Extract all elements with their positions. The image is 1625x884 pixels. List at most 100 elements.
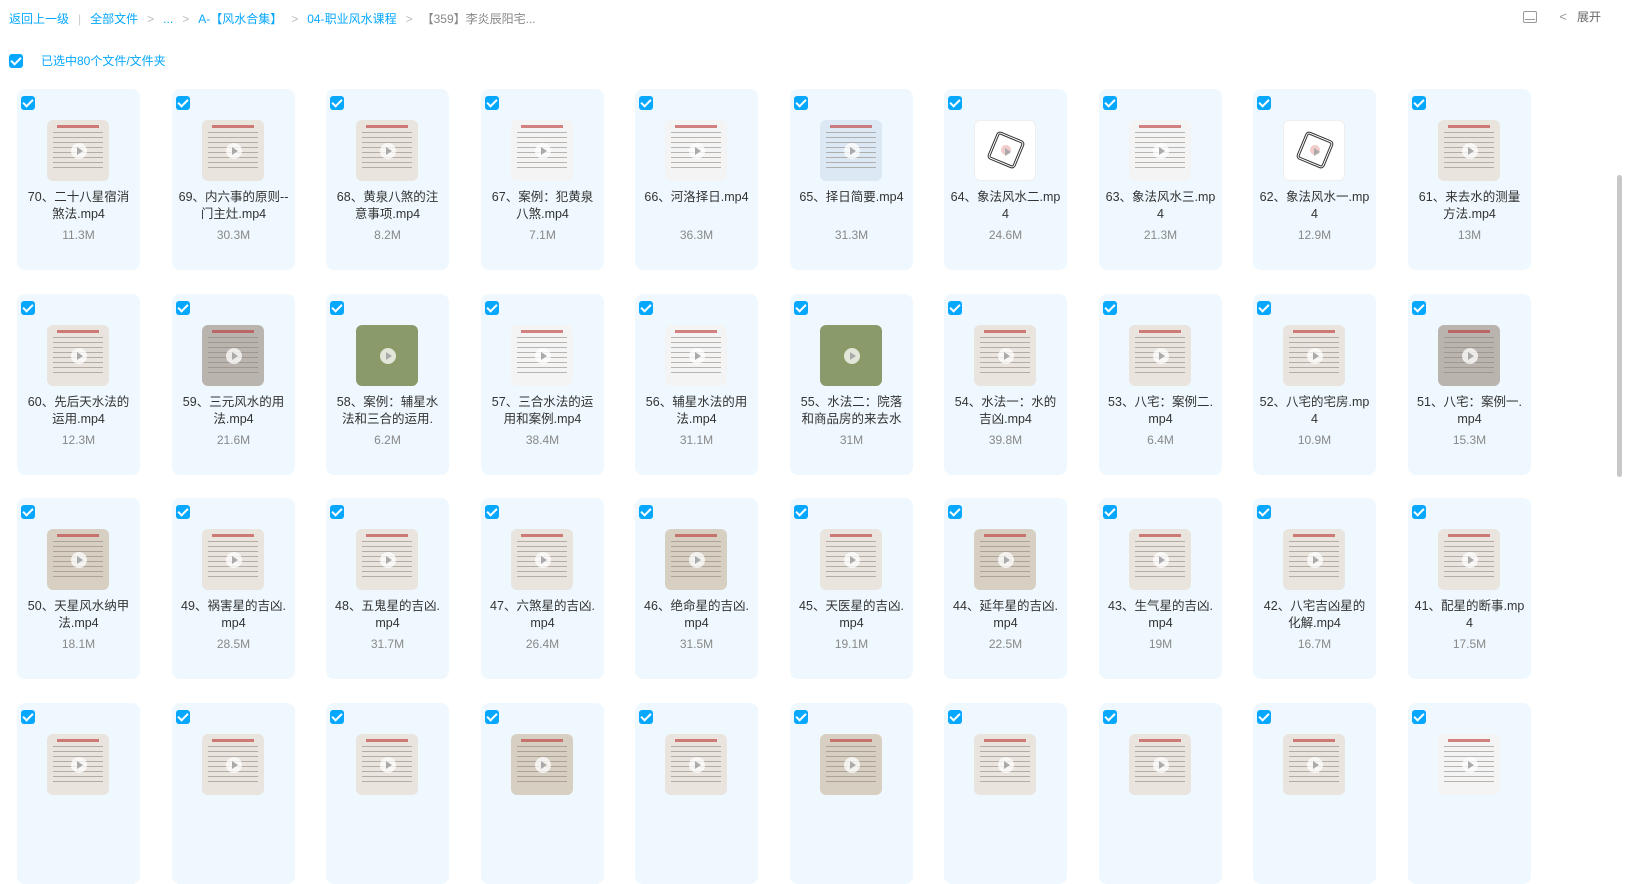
file-card[interactable]: 58、案例：辅星水法和三合的运用. 6.2M [326,294,449,475]
video-thumbnail[interactable] [47,529,109,590]
video-thumbnail[interactable] [202,529,264,590]
video-thumbnail[interactable] [974,120,1036,181]
file-name[interactable]: 56、辅星水法的用法.mp4 [641,394,752,428]
file-checkbox[interactable] [1257,505,1271,519]
file-checkbox[interactable] [639,710,653,724]
file-checkbox[interactable] [330,505,344,519]
file-name[interactable]: 62、象法风水一.mp4 [1259,189,1370,223]
video-thumbnail[interactable] [1283,529,1345,590]
file-card[interactable]: 53、八宅：案例二.mp4 6.4M [1099,294,1222,475]
file-card[interactable]: 66、河洛择日.mp4 36.3M [635,89,758,270]
back-link[interactable]: 返回上一级 [9,10,69,27]
file-checkbox[interactable] [485,301,499,315]
video-thumbnail[interactable] [820,734,882,795]
file-card[interactable] [944,703,1067,884]
file-card[interactable]: 49、祸害星的吉凶.mp4 28.5M [172,498,295,679]
file-card[interactable]: 46、绝命星的吉凶.mp4 31.5M [635,498,758,679]
file-checkbox[interactable] [1412,301,1426,315]
breadcrumb-level1[interactable]: A-【风水合集】 [198,10,282,27]
file-card[interactable]: 52、八宅的宅房.mp4 10.9M [1253,294,1376,475]
video-thumbnail[interactable] [47,325,109,386]
file-name[interactable]: 65、择日简要.mp4 [796,189,907,223]
video-thumbnail[interactable] [1129,120,1191,181]
video-thumbnail[interactable] [202,120,264,181]
file-checkbox[interactable] [639,96,653,110]
file-card[interactable]: 55、水法二：院落和商品房的来去水 31M [790,294,913,475]
file-name[interactable] [796,803,907,837]
video-thumbnail[interactable] [511,529,573,590]
scrollbar[interactable] [1617,175,1622,477]
file-name[interactable] [1105,803,1216,837]
file-card[interactable]: 48、五鬼星的吉凶.mp4 31.7M [326,498,449,679]
video-thumbnail[interactable] [1129,325,1191,386]
file-name[interactable] [178,803,289,837]
file-checkbox[interactable] [794,301,808,315]
file-card[interactable]: 45、天医星的吉凶.mp4 19.1M [790,498,913,679]
file-card[interactable]: 67、案例：犯黄泉八煞.mp4 7.1M [481,89,604,270]
file-card[interactable]: 47、六煞星的吉凶.mp4 26.4M [481,498,604,679]
video-thumbnail[interactable] [665,734,727,795]
video-thumbnail[interactable] [47,734,109,795]
file-name[interactable]: 58、案例：辅星水法和三合的运用. [332,394,443,428]
file-name[interactable]: 61、来去水的测量方法.mp4 [1414,189,1525,223]
file-checkbox[interactable] [1412,710,1426,724]
video-thumbnail[interactable] [356,529,418,590]
file-card[interactable]: 50、天星风水纳甲法.mp4 18.1M [17,498,140,679]
file-name[interactable]: 48、五鬼星的吉凶.mp4 [332,598,443,632]
file-checkbox[interactable] [794,710,808,724]
file-checkbox[interactable] [485,505,499,519]
file-card[interactable] [1099,703,1222,884]
file-name[interactable]: 53、八宅：案例二.mp4 [1105,394,1216,428]
file-name[interactable] [1414,803,1525,837]
file-name[interactable]: 46、绝命星的吉凶.mp4 [641,598,752,632]
breadcrumb-all-files[interactable]: 全部文件 [90,10,138,27]
video-thumbnail[interactable] [47,120,109,181]
expand-button[interactable]: 展开 [1577,8,1601,25]
file-name[interactable]: 54、水法一：水的吉凶.mp4 [950,394,1061,428]
file-card[interactable]: 54、水法一：水的吉凶.mp4 39.8M [944,294,1067,475]
file-card[interactable]: 60、先后天水法的运用.mp4 12.3M [17,294,140,475]
video-thumbnail[interactable] [511,734,573,795]
file-name[interactable]: 52、八宅的宅房.mp4 [1259,394,1370,428]
video-thumbnail[interactable] [665,325,727,386]
layout-icon[interactable] [1523,10,1538,23]
video-thumbnail[interactable] [1129,734,1191,795]
file-card[interactable]: 68、黄泉八煞的注意事项.mp4 8.2M [326,89,449,270]
file-checkbox[interactable] [330,96,344,110]
file-card[interactable]: 64、象法风水二.mp4 24.6M [944,89,1067,270]
file-name[interactable]: 51、八宅：案例一.mp4 [1414,394,1525,428]
video-thumbnail[interactable] [1438,120,1500,181]
file-name[interactable]: 57、三合水法的运用和案例.mp4 [487,394,598,428]
file-card[interactable]: 69、内六事的原则--门主灶.mp4 30.3M [172,89,295,270]
video-thumbnail[interactable] [1129,529,1191,590]
file-name[interactable]: 64、象法风水二.mp4 [950,189,1061,223]
file-checkbox[interactable] [639,301,653,315]
video-thumbnail[interactable] [356,325,418,386]
file-name[interactable] [487,803,598,837]
file-name[interactable]: 66、河洛择日.mp4 [641,189,752,223]
file-checkbox[interactable] [330,710,344,724]
file-card[interactable] [172,703,295,884]
video-thumbnail[interactable] [1283,325,1345,386]
file-name[interactable]: 63、象法风水三.mp4 [1105,189,1216,223]
breadcrumb-level2[interactable]: 04-职业风水课程 [307,10,396,27]
file-checkbox[interactable] [21,710,35,724]
file-card[interactable] [17,703,140,884]
file-name[interactable]: 42、八宅吉凶星的化解.mp4 [1259,598,1370,632]
file-name[interactable]: 68、黄泉八煞的注意事项.mp4 [332,189,443,223]
video-thumbnail[interactable] [511,120,573,181]
video-thumbnail[interactable] [356,120,418,181]
video-thumbnail[interactable] [202,734,264,795]
file-card[interactable] [1408,703,1531,884]
file-checkbox[interactable] [176,505,190,519]
file-checkbox[interactable] [176,96,190,110]
file-checkbox[interactable] [176,301,190,315]
file-card[interactable]: 59、三元风水的用法.mp4 21.6M [172,294,295,475]
file-name[interactable]: 60、先后天水法的运用.mp4 [23,394,134,428]
file-checkbox[interactable] [948,505,962,519]
video-thumbnail[interactable] [820,120,882,181]
file-checkbox[interactable] [1103,96,1117,110]
video-thumbnail[interactable] [1438,734,1500,795]
file-card[interactable]: 62、象法风水一.mp4 12.9M [1253,89,1376,270]
select-all-checkbox[interactable] [9,53,23,68]
